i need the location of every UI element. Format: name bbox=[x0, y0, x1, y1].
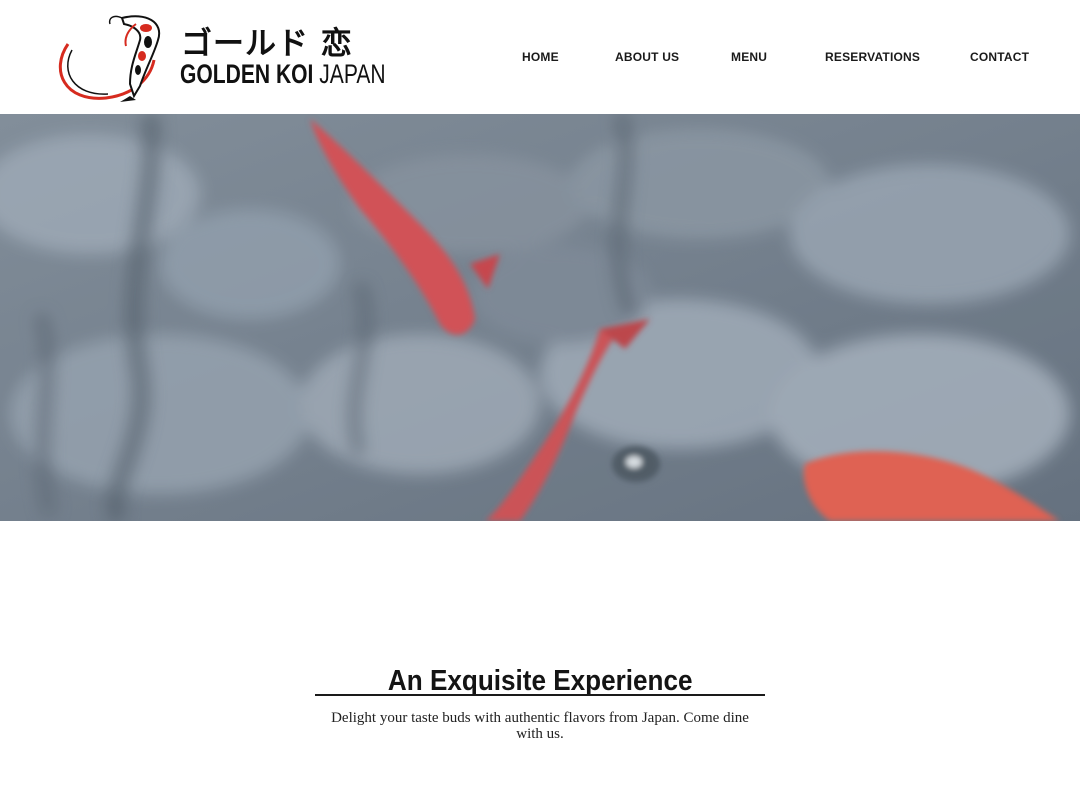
nav-item-menu[interactable]: MENU bbox=[731, 50, 767, 64]
nav-item-reservations[interactable]: RESERVATIONS bbox=[825, 50, 920, 64]
intro-body: Delight your taste buds with authentic f… bbox=[331, 710, 749, 742]
site-header: ゴールド 恋 GOLDEN KOI JAPAN HOME ABOUT US ME… bbox=[0, 0, 1080, 114]
nav-item-contact[interactable]: CONTACT bbox=[970, 50, 1029, 64]
hero-video bbox=[0, 114, 1080, 521]
main-nav: HOME ABOUT US MENU RESERVATIONS CONTACT bbox=[0, 50, 1080, 68]
nav-item-about-us[interactable]: ABOUT US bbox=[615, 50, 679, 64]
nav-item-home[interactable]: HOME bbox=[522, 50, 559, 64]
divider bbox=[315, 694, 765, 696]
